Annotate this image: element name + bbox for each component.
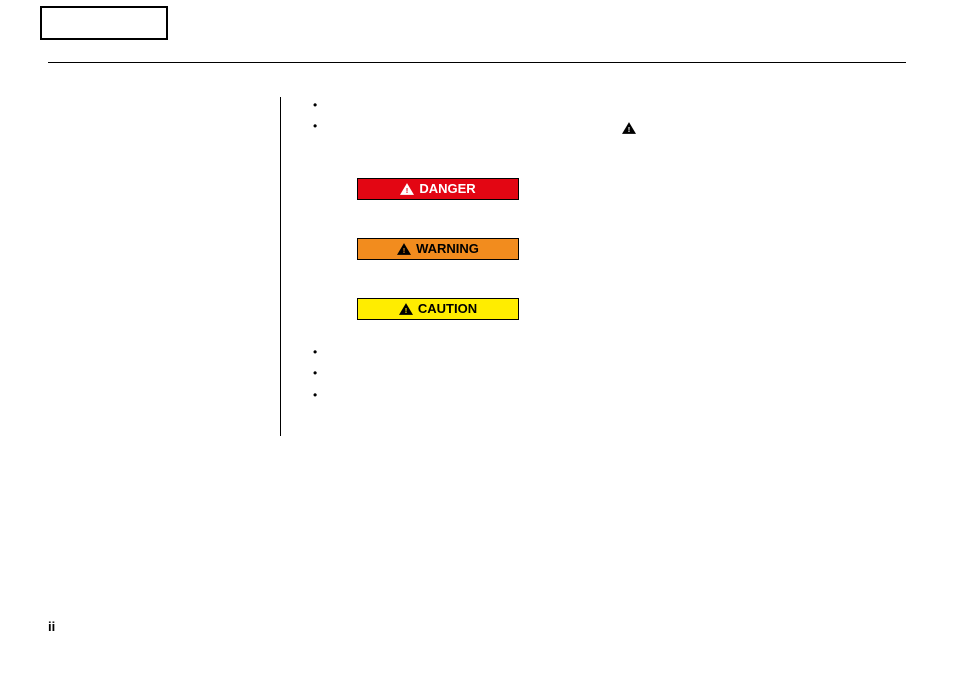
danger-label: ! DANGER You WILL be KILLED or SERIOUSLY… <box>357 178 519 200</box>
signal-desc: You CAN be KILLED or SERIOUSLY HURT if y… <box>533 239 893 271</box>
list-item: Safety Headings — such as Important Safe… <box>313 344 906 361</box>
safety-alert-icon: ! <box>622 118 636 138</box>
svg-text:!: ! <box>405 306 408 315</box>
caution-label: ! CAUTION You CAN be HURT if you don't f… <box>357 298 519 320</box>
list-item-text: Instructions — how to use this vehicle c… <box>329 388 639 402</box>
horizontal-rule <box>48 62 906 63</box>
signal-word: DANGER <box>419 180 475 199</box>
warning-triangle-icon: ! <box>397 243 411 256</box>
signal-word-labels: ! DANGER You WILL be KILLED or SERIOUSLY… <box>357 178 906 320</box>
page-number: ii <box>48 619 55 634</box>
signal-word: CAUTION <box>418 300 477 319</box>
signal-word: WARNING <box>416 240 479 259</box>
safety-bullet-list: Safety Labels — on the vehicle. Safety M… <box>309 97 906 404</box>
svg-text:!: ! <box>628 125 631 134</box>
list-item-text: Safety Headings — such as Important Safe… <box>329 345 805 359</box>
warning-triangle-icon: ! <box>399 303 413 316</box>
right-column: Safety Labels — on the vehicle. Safety M… <box>309 97 906 436</box>
signal-desc: You CAN be HURT if you don't follow inst… <box>533 299 893 315</box>
list-item-text: Safety Section — such as Driver and Pass… <box>329 366 626 380</box>
section-heading: A Few Words About Safety <box>48 99 280 115</box>
warning-label: ! WARNING You CAN be KILLED or SERIOUSLY… <box>357 238 519 260</box>
closing-paragraph: This entire book is filled with importan… <box>309 418 906 435</box>
list-item: Safety Messages — preceded by a safety a… <box>313 118 906 320</box>
list-item: Safety Section — such as Driver and Pass… <box>313 365 906 382</box>
svg-text:!: ! <box>406 186 409 195</box>
list-item-text: Safety Labels — on the vehicle. <box>329 98 498 112</box>
header-box-text: INTRODUCTION <box>66 18 143 29</box>
header-box: INTRODUCTION <box>40 6 168 40</box>
list-item: Instructions — how to use this vehicle c… <box>313 387 906 404</box>
left-column: A Few Words About Safety <box>48 97 280 436</box>
list-item-text: Safety Messages — preceded by a safety a… <box>329 121 622 135</box>
vertical-divider <box>280 97 281 436</box>
warning-triangle-icon: ! <box>400 183 414 196</box>
signal-desc: You WILL be KILLED or SERIOUSLY HURT if … <box>533 179 893 211</box>
content-row: A Few Words About Safety Safety Labels —… <box>48 97 906 436</box>
svg-text:!: ! <box>403 246 406 255</box>
list-item: Safety Labels — on the vehicle. <box>313 97 906 114</box>
